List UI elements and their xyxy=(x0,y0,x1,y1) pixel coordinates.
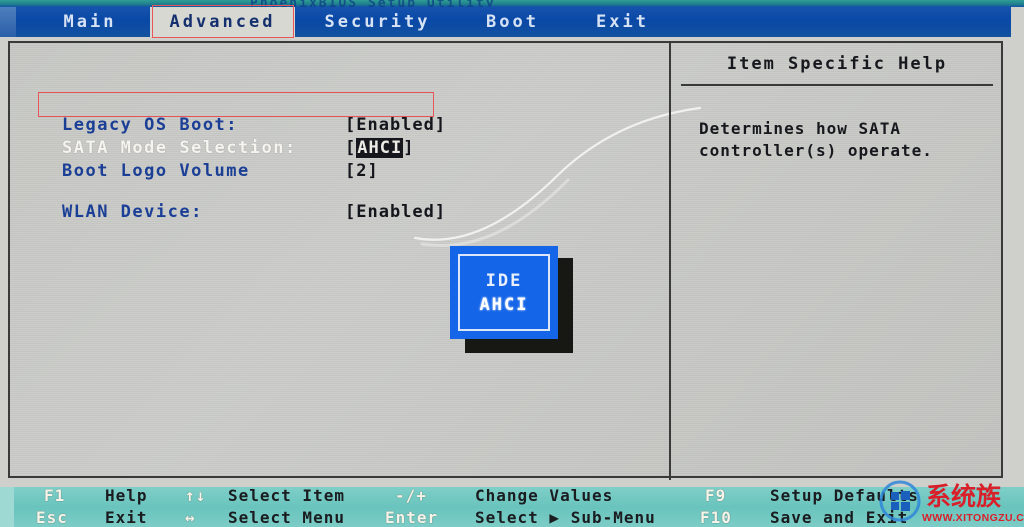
help-line-2: controller(s) operate. xyxy=(699,141,933,160)
fkey-leftright-arrows: ↔ xyxy=(185,508,196,527)
item-specific-help-panel: Item Specific Help Determines how SATA c… xyxy=(671,43,1001,480)
tab-exit-label: Exit xyxy=(596,12,649,32)
tab-boot[interactable]: Boot xyxy=(470,7,555,37)
fkey-esc[interactable]: Esc xyxy=(36,508,68,527)
setting-value[interactable]: [2] xyxy=(345,161,379,181)
bracket-close: ] xyxy=(403,138,415,158)
popup-option-ahci[interactable]: AHCI xyxy=(480,293,529,317)
tab-boot-label: Boot xyxy=(486,12,539,32)
setting-row-sata-mode-selection[interactable]: SATA Mode Selection: [AHCI] xyxy=(62,137,413,159)
setting-row-wlan-device[interactable]: WLAN Device: [Enabled] xyxy=(62,201,445,223)
help-panel-body: Determines how SATA controller(s) operat… xyxy=(699,118,989,162)
tab-advanced[interactable]: Advanced xyxy=(150,7,295,37)
popup-option-list: IDE AHCI xyxy=(480,269,529,317)
setting-value[interactable]: [Enabled] xyxy=(345,202,446,222)
fkey-save-and-exit: Save and Exit xyxy=(770,508,909,527)
fkey-enter[interactable]: Enter xyxy=(385,508,438,527)
menu-tabbar: Main Advanced Security Boot Exit xyxy=(0,7,1011,37)
fkey-f10[interactable]: F10 xyxy=(700,508,732,527)
tab-security-label: Security xyxy=(324,12,431,32)
fkey-select-submenu: Select ▶ Sub-Menu xyxy=(475,508,656,527)
fkey-change-values: Change Values xyxy=(475,486,614,505)
setting-value[interactable]: [AHCI] xyxy=(345,138,414,158)
bracket-open: [ xyxy=(345,138,357,158)
setting-row-boot-logo-volume[interactable]: Boot Logo Volume [2] xyxy=(62,160,378,182)
fkey-f9[interactable]: F9 xyxy=(705,486,726,505)
tab-exit[interactable]: Exit xyxy=(580,7,665,37)
bios-screen: PhoenixBIOS Setup Utility Main Advanced … xyxy=(0,0,1024,527)
setting-row-legacy-os-boot[interactable]: Legacy OS Boot: [Enabled] xyxy=(62,114,445,136)
fkey-select-menu: Select Menu xyxy=(228,508,345,527)
fkey-select-item: Select Item xyxy=(228,486,345,505)
tab-advanced-label: Advanced xyxy=(169,12,276,32)
fkey-esc-action: Exit xyxy=(105,508,148,527)
content-frame: Legacy OS Boot: [Enabled] SATA Mode Sele… xyxy=(8,41,1003,480)
setting-label: Legacy OS Boot: xyxy=(62,115,239,135)
setting-value[interactable]: [Enabled] xyxy=(345,115,446,135)
tab-main[interactable]: Main xyxy=(40,7,140,37)
tab-security[interactable]: Security xyxy=(310,7,445,37)
fkey-setup-defaults: Setup Defaults xyxy=(770,486,919,505)
bios-title-cutoff: PhoenixBIOS Setup Utility xyxy=(250,0,720,7)
fkey-f1-action: Help xyxy=(105,486,148,505)
help-panel-title: Item Specific Help xyxy=(681,43,993,86)
setting-label: SATA Mode Selection: xyxy=(62,138,297,158)
setting-label: Boot Logo Volume xyxy=(62,161,250,181)
fkey-f1[interactable]: F1 xyxy=(44,486,65,505)
tab-main-label: Main xyxy=(63,12,117,32)
popup-option-ide[interactable]: IDE xyxy=(480,269,529,293)
tabbar-left-edge xyxy=(0,7,16,37)
fkey-updown-arrows: ↑↓ xyxy=(185,486,207,505)
help-line-1: Determines how SATA xyxy=(699,119,902,138)
setting-value-highlighted: AHCI xyxy=(356,138,404,158)
setting-label: WLAN Device: xyxy=(62,202,203,222)
fkey-minus-plus[interactable]: -/+ xyxy=(395,486,427,505)
sata-mode-popup-dialog[interactable]: IDE AHCI xyxy=(450,246,558,339)
bottombar-left-edge xyxy=(0,487,14,527)
